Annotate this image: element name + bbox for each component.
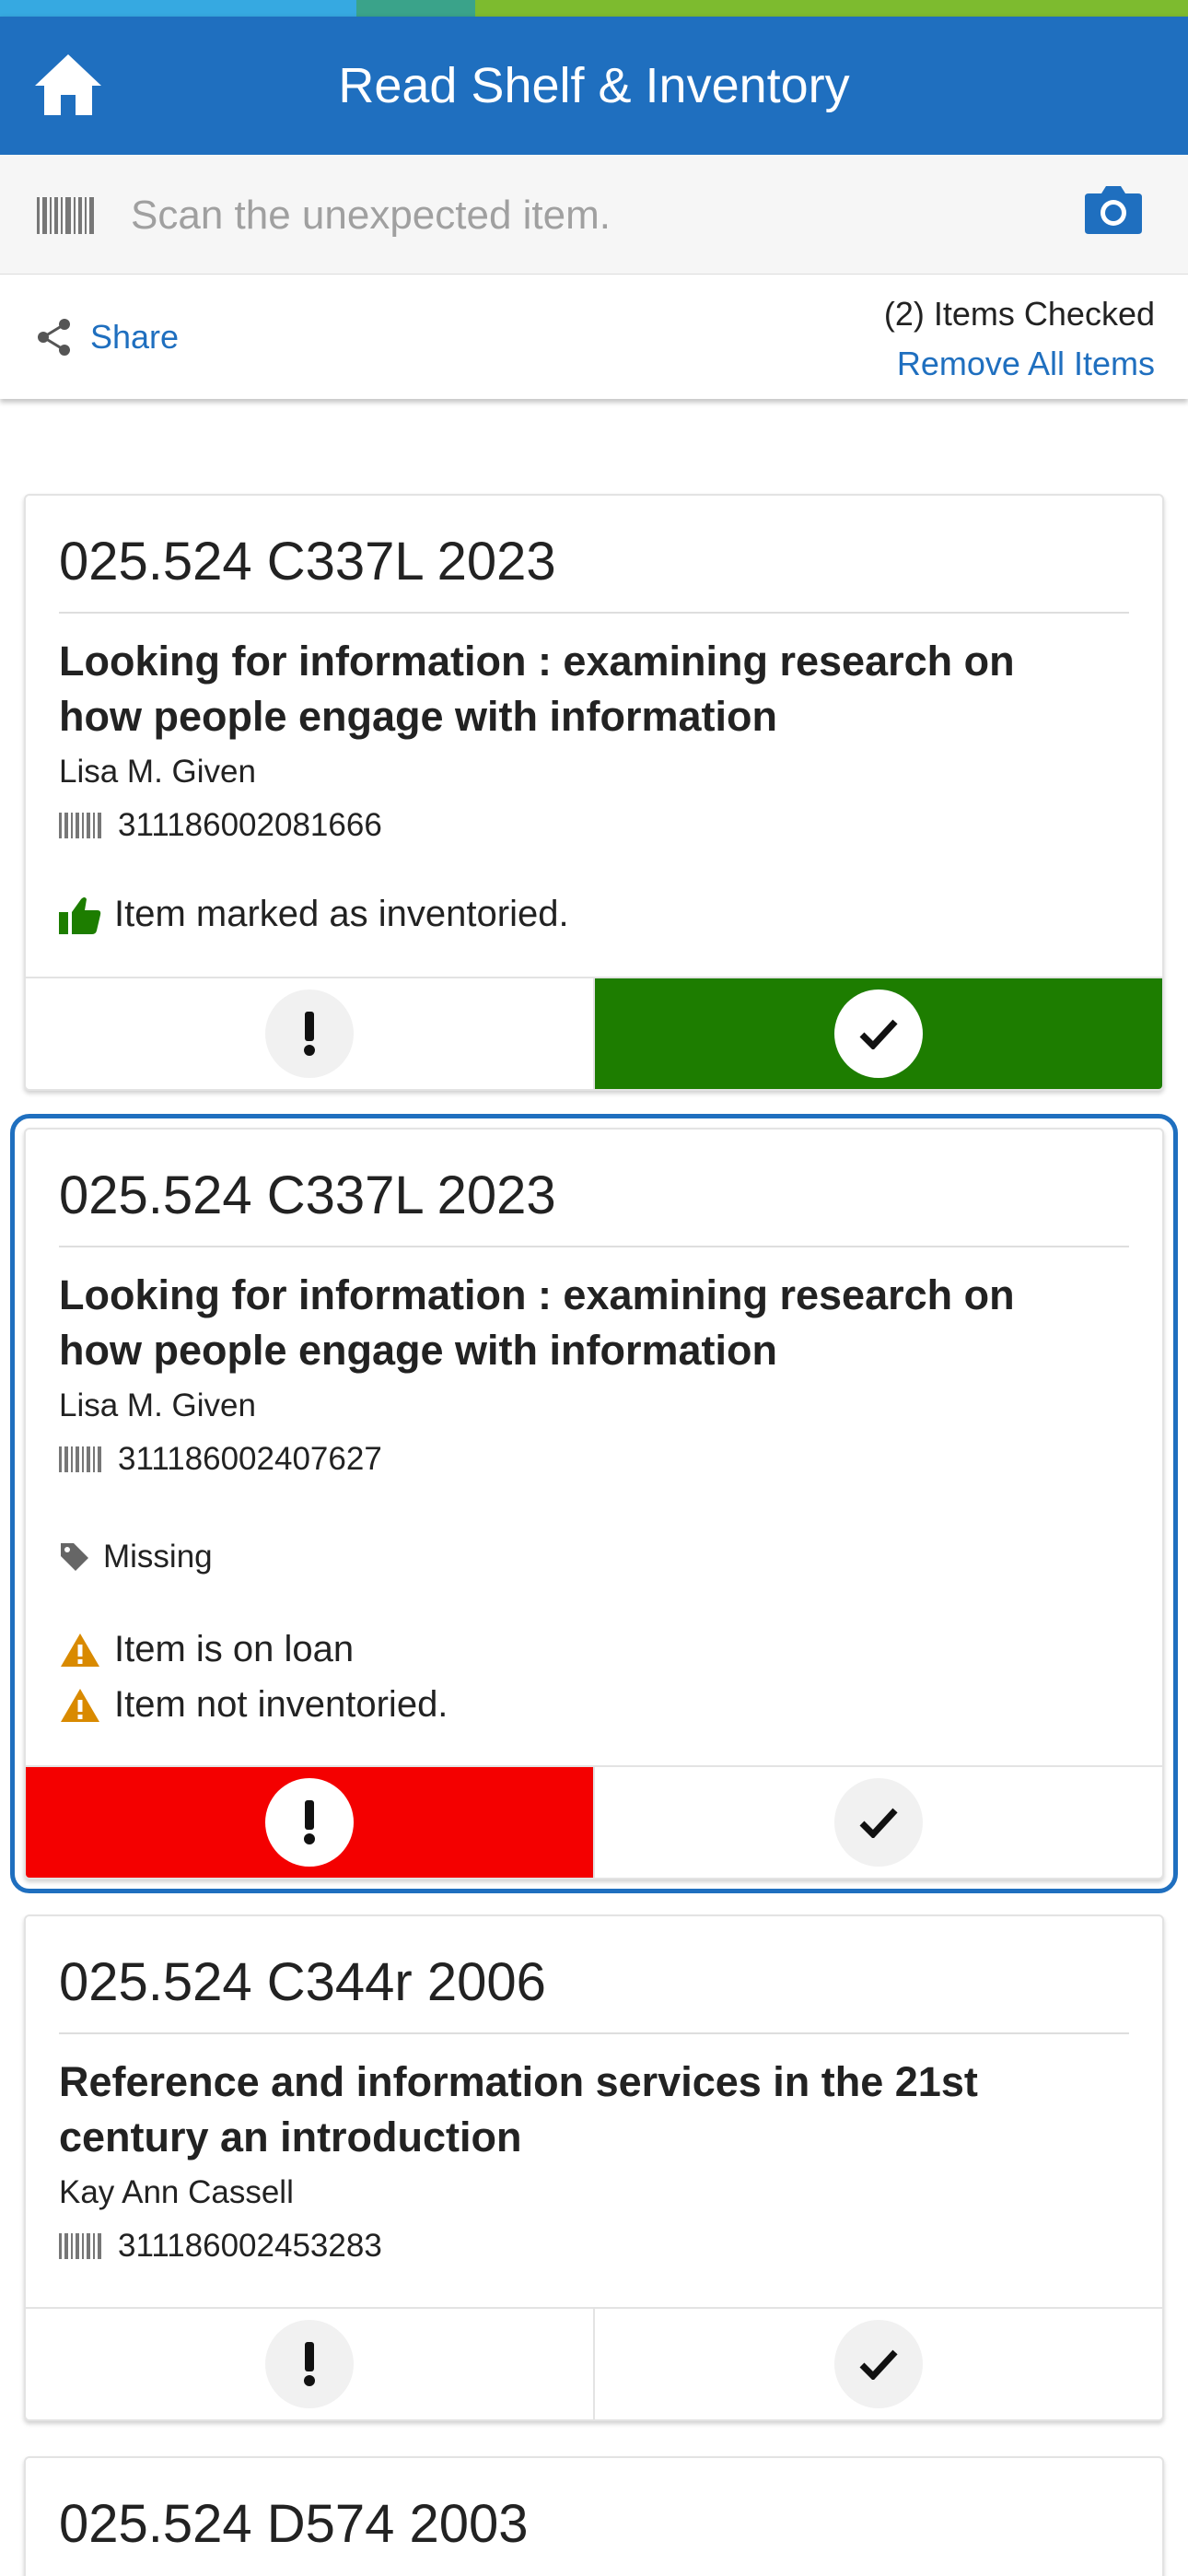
mark-inventoried-button[interactable] [593, 1767, 1162, 1878]
call-number: 025.524 D574 2003 [59, 2494, 529, 2554]
scan-input[interactable] [131, 181, 1052, 251]
flag-issue-button[interactable] [26, 2309, 593, 2419]
check-circle [834, 2320, 923, 2408]
tag-label: Missing [103, 1539, 213, 1575]
inventory-item-card: 025.524 C337L 2023 Looking for informati… [24, 494, 1164, 1091]
item-action-buttons [26, 977, 1162, 1089]
barcode-icon [59, 813, 101, 838]
call-number: 025.524 C344r 2006 [59, 1952, 546, 2012]
flag-circle [265, 989, 354, 1078]
barcode-icon [59, 1446, 101, 1472]
exclamation-icon [304, 1800, 315, 1844]
flag-circle [265, 1778, 354, 1867]
tag-icon [61, 1543, 88, 1571]
divider [59, 612, 1129, 614]
barcode-icon [59, 2233, 101, 2259]
share-icon [38, 319, 70, 356]
check-circle [834, 989, 923, 1078]
item-barcode: 311186002453283 [59, 2228, 382, 2265]
remove-all-items-link[interactable]: Remove All Items [897, 345, 1155, 383]
call-number: 025.524 C337L 2023 [59, 1165, 556, 1225]
mark-inventoried-button[interactable] [593, 2309, 1162, 2419]
checkmark-icon [859, 1019, 898, 1049]
item-author: Lisa M. Given [59, 754, 256, 790]
camera-icon [1085, 186, 1142, 234]
warning-text: Item is on loan [114, 1629, 355, 1669]
exclamation-icon [304, 2342, 315, 2386]
item-author: Kay Ann Cassell [59, 2174, 294, 2210]
status-message: Item marked as inventoried. [59, 894, 569, 935]
barcode-number: 311186002081666 [118, 807, 382, 843]
flag-issue-button[interactable] [26, 978, 593, 1089]
items-checked-count: (2) Items Checked [883, 295, 1155, 333]
call-number: 025.524 C337L 2023 [59, 532, 556, 591]
item-author: Lisa M. Given [59, 1388, 256, 1423]
barcode-number: 311186002453283 [118, 2228, 382, 2264]
flag-issue-button[interactable] [26, 1767, 593, 1878]
divider [59, 1246, 1129, 1247]
barcode-icon [37, 197, 94, 234]
warning-icon [61, 1633, 99, 1667]
item-action-buttons [26, 1765, 1162, 1878]
exclamation-icon [304, 1012, 315, 1056]
status-tag: Missing [59, 1539, 213, 1575]
status-text: Item marked as inventoried. [114, 894, 569, 934]
action-bar: Share (2) Items Checked Remove All Items [0, 275, 1188, 399]
checkmark-icon [859, 1808, 898, 1838]
item-title: Looking for information : examining rese… [59, 638, 1015, 740]
warning-message: Item is on loan [59, 1629, 354, 1670]
barcode-number: 311186002407627 [118, 1441, 382, 1477]
app-header: Read Shelf & Inventory [0, 17, 1188, 155]
item-title: Looking for information : examining rese… [59, 1271, 1015, 1374]
inventory-item-card-selected[interactable]: 025.524 C337L 2023 Looking for informati… [10, 1114, 1178, 1893]
divider [59, 2032, 1129, 2034]
warning-icon [61, 1688, 99, 1722]
mark-inventoried-button[interactable] [593, 978, 1162, 1089]
item-title: Reference and information services in th… [59, 2058, 978, 2160]
share-label: Share [90, 318, 180, 356]
warning-text: Item not inventoried. [114, 1684, 448, 1725]
status-color-strip [0, 0, 1188, 17]
share-button[interactable]: Share [35, 315, 179, 359]
item-barcode: 311186002081666 [59, 807, 382, 844]
camera-button[interactable] [1083, 182, 1144, 240]
page-title: Read Shelf & Inventory [338, 58, 850, 113]
thumbs-up-icon [59, 896, 101, 934]
flag-circle [265, 2320, 354, 2408]
item-barcode: 311186002407627 [59, 1441, 382, 1478]
inventory-item-card: 025.524 D574 2003 [24, 2456, 1164, 2576]
checkmark-icon [859, 2349, 898, 2380]
warning-message: Item not inventoried. [59, 1684, 448, 1726]
check-circle [834, 1778, 923, 1867]
inventory-item-card: 025.524 C344r 2006 Reference and informa… [24, 1914, 1164, 2421]
item-action-buttons [26, 2307, 1162, 2419]
scan-bar [0, 155, 1188, 275]
